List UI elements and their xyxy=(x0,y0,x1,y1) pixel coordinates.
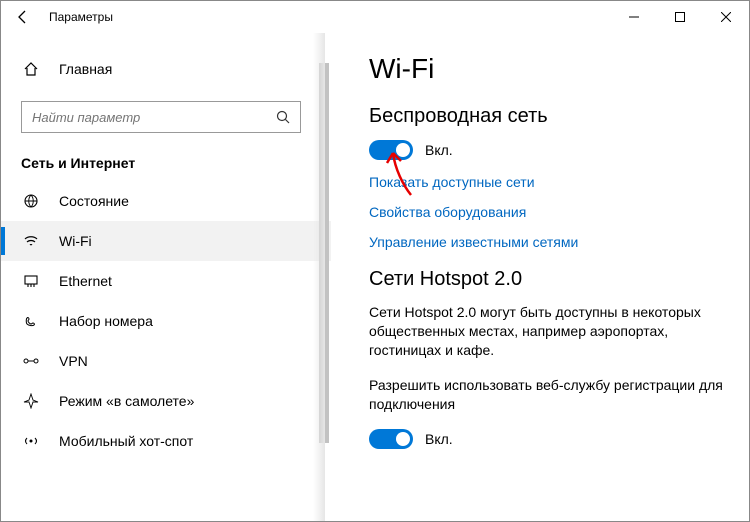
airplane-icon xyxy=(21,393,41,409)
hotspot-toggle[interactable] xyxy=(369,429,413,449)
home-icon xyxy=(21,61,41,77)
link-manage-known[interactable]: Управление известными сетями xyxy=(369,234,735,250)
hotspot-allow: Разрешить использовать веб-службу регист… xyxy=(369,376,735,414)
sidebar-home[interactable]: Главная xyxy=(21,49,331,89)
sidebar-item-label: Wi-Fi xyxy=(59,233,92,249)
hotspot-icon xyxy=(21,433,41,449)
ethernet-icon xyxy=(21,273,41,289)
maximize-button[interactable] xyxy=(657,1,703,33)
window-controls xyxy=(611,1,749,33)
minimize-icon xyxy=(629,12,639,22)
page-title: Wi-Fi xyxy=(369,53,735,85)
hotspot-toggle-label: Вкл. xyxy=(425,431,453,447)
hotspot-heading: Сети Hotspot 2.0 xyxy=(369,268,735,291)
link-hw-properties[interactable]: Свойства оборудования xyxy=(369,204,735,220)
sidebar-item-label: Набор номера xyxy=(59,313,153,329)
sidebar-item-label: Режим «в самолете» xyxy=(59,393,194,409)
sidebar-item-wifi[interactable]: Wi-Fi xyxy=(1,221,331,261)
sidebar-home-label: Главная xyxy=(59,61,112,77)
sidebar-item-label: Ethernet xyxy=(59,273,112,289)
sidebar-scroll-thumb[interactable] xyxy=(319,63,329,443)
sidebar-item-vpn[interactable]: VPN xyxy=(1,341,331,381)
sidebar-item-label: Состояние xyxy=(59,193,129,209)
search-box[interactable] xyxy=(21,101,301,133)
sidebar-item-hotspot[interactable]: Мобильный хот-спот xyxy=(1,421,331,461)
wireless-heading: Беспроводная сеть xyxy=(369,105,735,128)
dialup-icon xyxy=(21,313,41,329)
window-title: Параметры xyxy=(49,10,113,24)
hotspot-toggle-row: Вкл. xyxy=(369,429,735,449)
wireless-toggle[interactable] xyxy=(369,140,413,160)
wifi-icon xyxy=(21,233,41,249)
sidebar-nav: Состояние Wi-Fi Ethernet Набор номера VP… xyxy=(1,181,331,521)
maximize-icon xyxy=(675,12,685,22)
back-button[interactable] xyxy=(9,3,37,31)
search-input[interactable] xyxy=(32,110,276,125)
sidebar-category: Сеть и Интернет xyxy=(21,155,331,171)
sidebar-item-dialup[interactable]: Набор номера xyxy=(1,301,331,341)
window-body: Главная Сеть и Интернет Состояние Wi-Fi xyxy=(1,33,749,521)
wireless-toggle-label: Вкл. xyxy=(425,142,453,158)
sidebar-scrollbar[interactable] xyxy=(317,33,331,521)
sidebar-item-ethernet[interactable]: Ethernet xyxy=(1,261,331,301)
content-pane: Wi-Fi Беспроводная сеть Вкл. Показать до… xyxy=(331,33,749,521)
titlebar: Параметры xyxy=(1,1,749,33)
settings-window: Параметры Главная Сеть и Интернет xyxy=(0,0,750,522)
close-icon xyxy=(721,12,731,22)
minimize-button[interactable] xyxy=(611,1,657,33)
sidebar-item-status[interactable]: Состояние xyxy=(1,181,331,221)
arrow-left-icon xyxy=(15,9,31,25)
close-button[interactable] xyxy=(703,1,749,33)
link-show-networks[interactable]: Показать доступные сети xyxy=(369,174,735,190)
sidebar-item-label: VPN xyxy=(59,353,88,369)
wireless-toggle-row: Вкл. xyxy=(369,140,735,160)
search-icon xyxy=(276,110,290,124)
sidebar-item-label: Мобильный хот-спот xyxy=(59,433,193,449)
vpn-icon xyxy=(21,353,41,369)
hotspot-desc: Сети Hotspot 2.0 могут быть доступны в н… xyxy=(369,303,735,360)
sidebar: Главная Сеть и Интернет Состояние Wi-Fi xyxy=(1,33,331,521)
status-icon xyxy=(21,193,41,209)
sidebar-item-airplane[interactable]: Режим «в самолете» xyxy=(1,381,331,421)
